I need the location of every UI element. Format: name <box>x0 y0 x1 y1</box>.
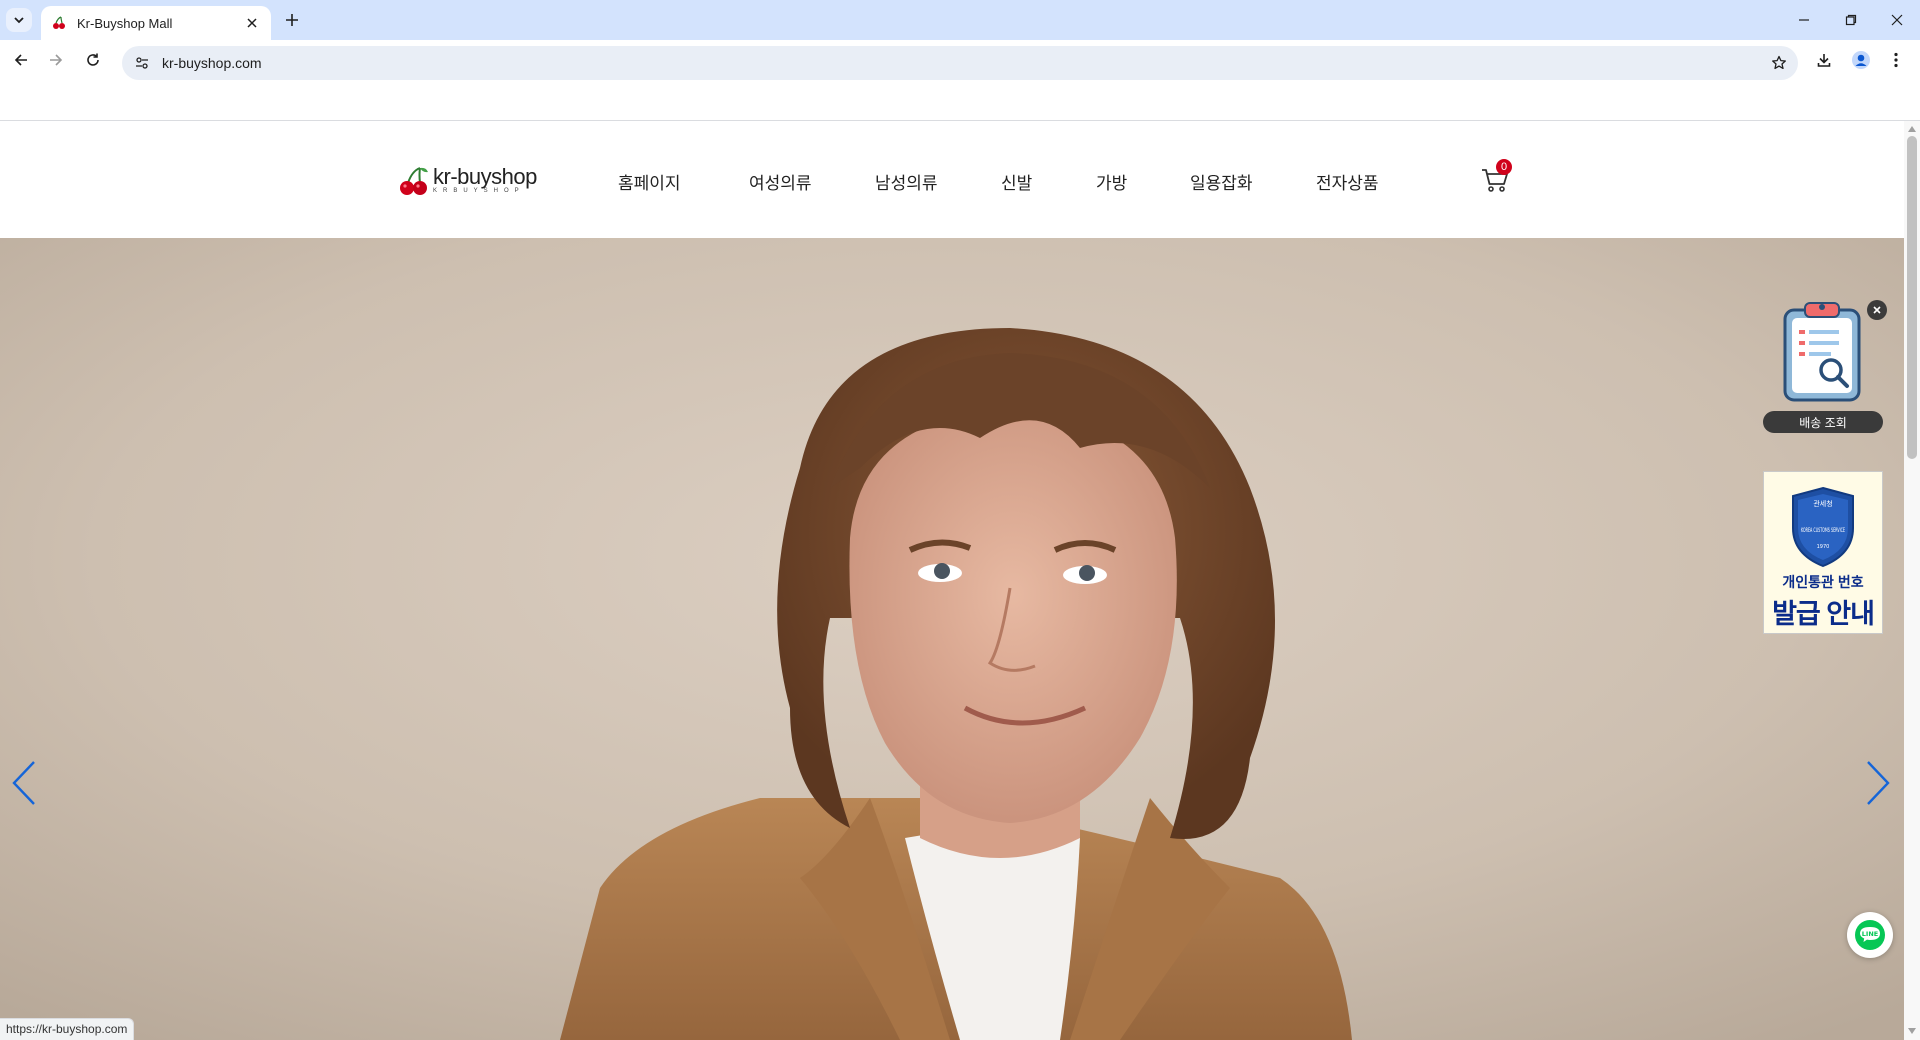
address-bar[interactable]: kr-buyshop.com <box>122 46 1798 80</box>
carousel-prev-button[interactable] <box>4 753 44 813</box>
hero-model-image <box>0 238 1904 1040</box>
tab-title: Kr-Buyshop Mall <box>77 15 173 31</box>
korea-customs-emblem-icon: 관세청 KOREA CUSTOMS SERVICE 1970 <box>1792 486 1854 568</box>
restore-icon <box>1845 14 1857 26</box>
close-icon <box>1891 14 1903 26</box>
nav-item-mens-clothing[interactable]: 남성의류 <box>875 169 938 194</box>
profile-button[interactable] <box>1849 48 1873 72</box>
plus-icon <box>286 14 298 26</box>
chevron-left-icon <box>12 761 35 805</box>
browser-tab-bar: Kr-Buyshop Mall <box>0 0 1920 40</box>
new-tab-button[interactable] <box>280 8 304 32</box>
downloads-button[interactable] <box>1812 48 1836 72</box>
customs-year-text: 1970 <box>1817 544 1830 550</box>
cart-count-badge: 0 <box>1496 159 1512 175</box>
web-page: kr-buyshop KRBUYSHOP 홈페이지 여성의류 남성의류 신발 가… <box>0 121 1904 1040</box>
bookmark-star-button[interactable] <box>1766 50 1792 76</box>
site-logo[interactable]: kr-buyshop KRBUYSHOP <box>398 161 558 201</box>
logo-text: kr-buyshop <box>433 164 537 189</box>
delivery-tracking-label[interactable]: 배송 조회 <box>1763 411 1883 433</box>
browser-menu-button[interactable] <box>1884 48 1908 72</box>
hero-banner-slide <box>0 238 1904 1040</box>
customs-clearance-banner[interactable]: 관세청 KOREA CUSTOMS SERVICE 1970 개인통관 번호 발… <box>1763 471 1883 634</box>
customs-agency-text: 관세청 <box>1813 499 1832 508</box>
close-icon <box>247 18 257 28</box>
url-text[interactable]: kr-buyshop.com <box>162 55 1766 71</box>
customs-banner-line1: 개인통관 번호 <box>1782 574 1864 590</box>
page-scrollbar-thumb[interactable] <box>1907 136 1917 459</box>
nav-item-womens-clothing[interactable]: 여성의류 <box>749 169 812 194</box>
customs-emblem-text: KOREA CUSTOMS SERVICE <box>1801 527 1845 534</box>
forward-button[interactable] <box>44 48 68 72</box>
triangle-down-icon <box>1908 1028 1916 1034</box>
cherry-logo-icon <box>400 167 428 195</box>
more-vert-icon <box>1894 52 1898 68</box>
download-icon <box>1817 54 1831 67</box>
chevron-down-icon <box>14 17 24 24</box>
delivery-widget-close-button[interactable] <box>1867 300 1887 320</box>
back-button[interactable] <box>9 48 33 72</box>
nav-item-shoes[interactable]: 신발 <box>1001 169 1032 194</box>
minimize-button[interactable] <box>1789 8 1819 32</box>
reload-icon <box>87 53 99 66</box>
site-info-icon[interactable] <box>132 53 152 73</box>
tab-close-button[interactable] <box>243 14 261 32</box>
line-chat-label: LINE <box>1862 930 1878 938</box>
carousel-next-button[interactable] <box>1858 753 1898 813</box>
customs-banner-line2: 발급 안내 <box>1772 599 1875 629</box>
nav-item-bags[interactable]: 가방 <box>1096 169 1127 194</box>
tab-search-button[interactable] <box>6 8 32 32</box>
arrow-right-icon <box>50 54 63 66</box>
arrow-left-icon <box>14 54 27 66</box>
reload-button[interactable] <box>81 48 105 72</box>
nav-item-electronics[interactable]: 전자상품 <box>1316 169 1379 194</box>
line-chat-icon: LINE <box>1855 920 1885 950</box>
triangle-up-icon <box>1908 126 1916 132</box>
close-icon <box>1873 306 1881 314</box>
avatar-icon <box>1852 51 1870 69</box>
line-chat-button[interactable]: LINE <box>1847 912 1893 958</box>
minimize-icon <box>1799 19 1809 21</box>
scroll-down-button[interactable] <box>1904 1026 1920 1036</box>
star-icon <box>1772 55 1786 70</box>
nav-item-daily-goods[interactable]: 일용잡화 <box>1190 169 1253 194</box>
logo-subtext: KRBUYSHOP <box>433 188 525 194</box>
scroll-up-button[interactable] <box>1904 124 1920 134</box>
chevron-right-icon <box>1867 761 1890 805</box>
site-header: kr-buyshop KRBUYSHOP 홈페이지 여성의류 남성의류 신발 가… <box>0 121 1904 238</box>
cherry-favicon-icon <box>51 15 67 31</box>
nav-item-home[interactable]: 홈페이지 <box>618 169 681 194</box>
status-bar-url: https://kr-buyshop.com <box>0 1018 135 1040</box>
clipboard-search-icon <box>1783 302 1861 402</box>
restore-button[interactable] <box>1836 8 1866 32</box>
browser-tab[interactable]: Kr-Buyshop Mall <box>41 6 271 40</box>
close-window-button[interactable] <box>1882 8 1912 32</box>
